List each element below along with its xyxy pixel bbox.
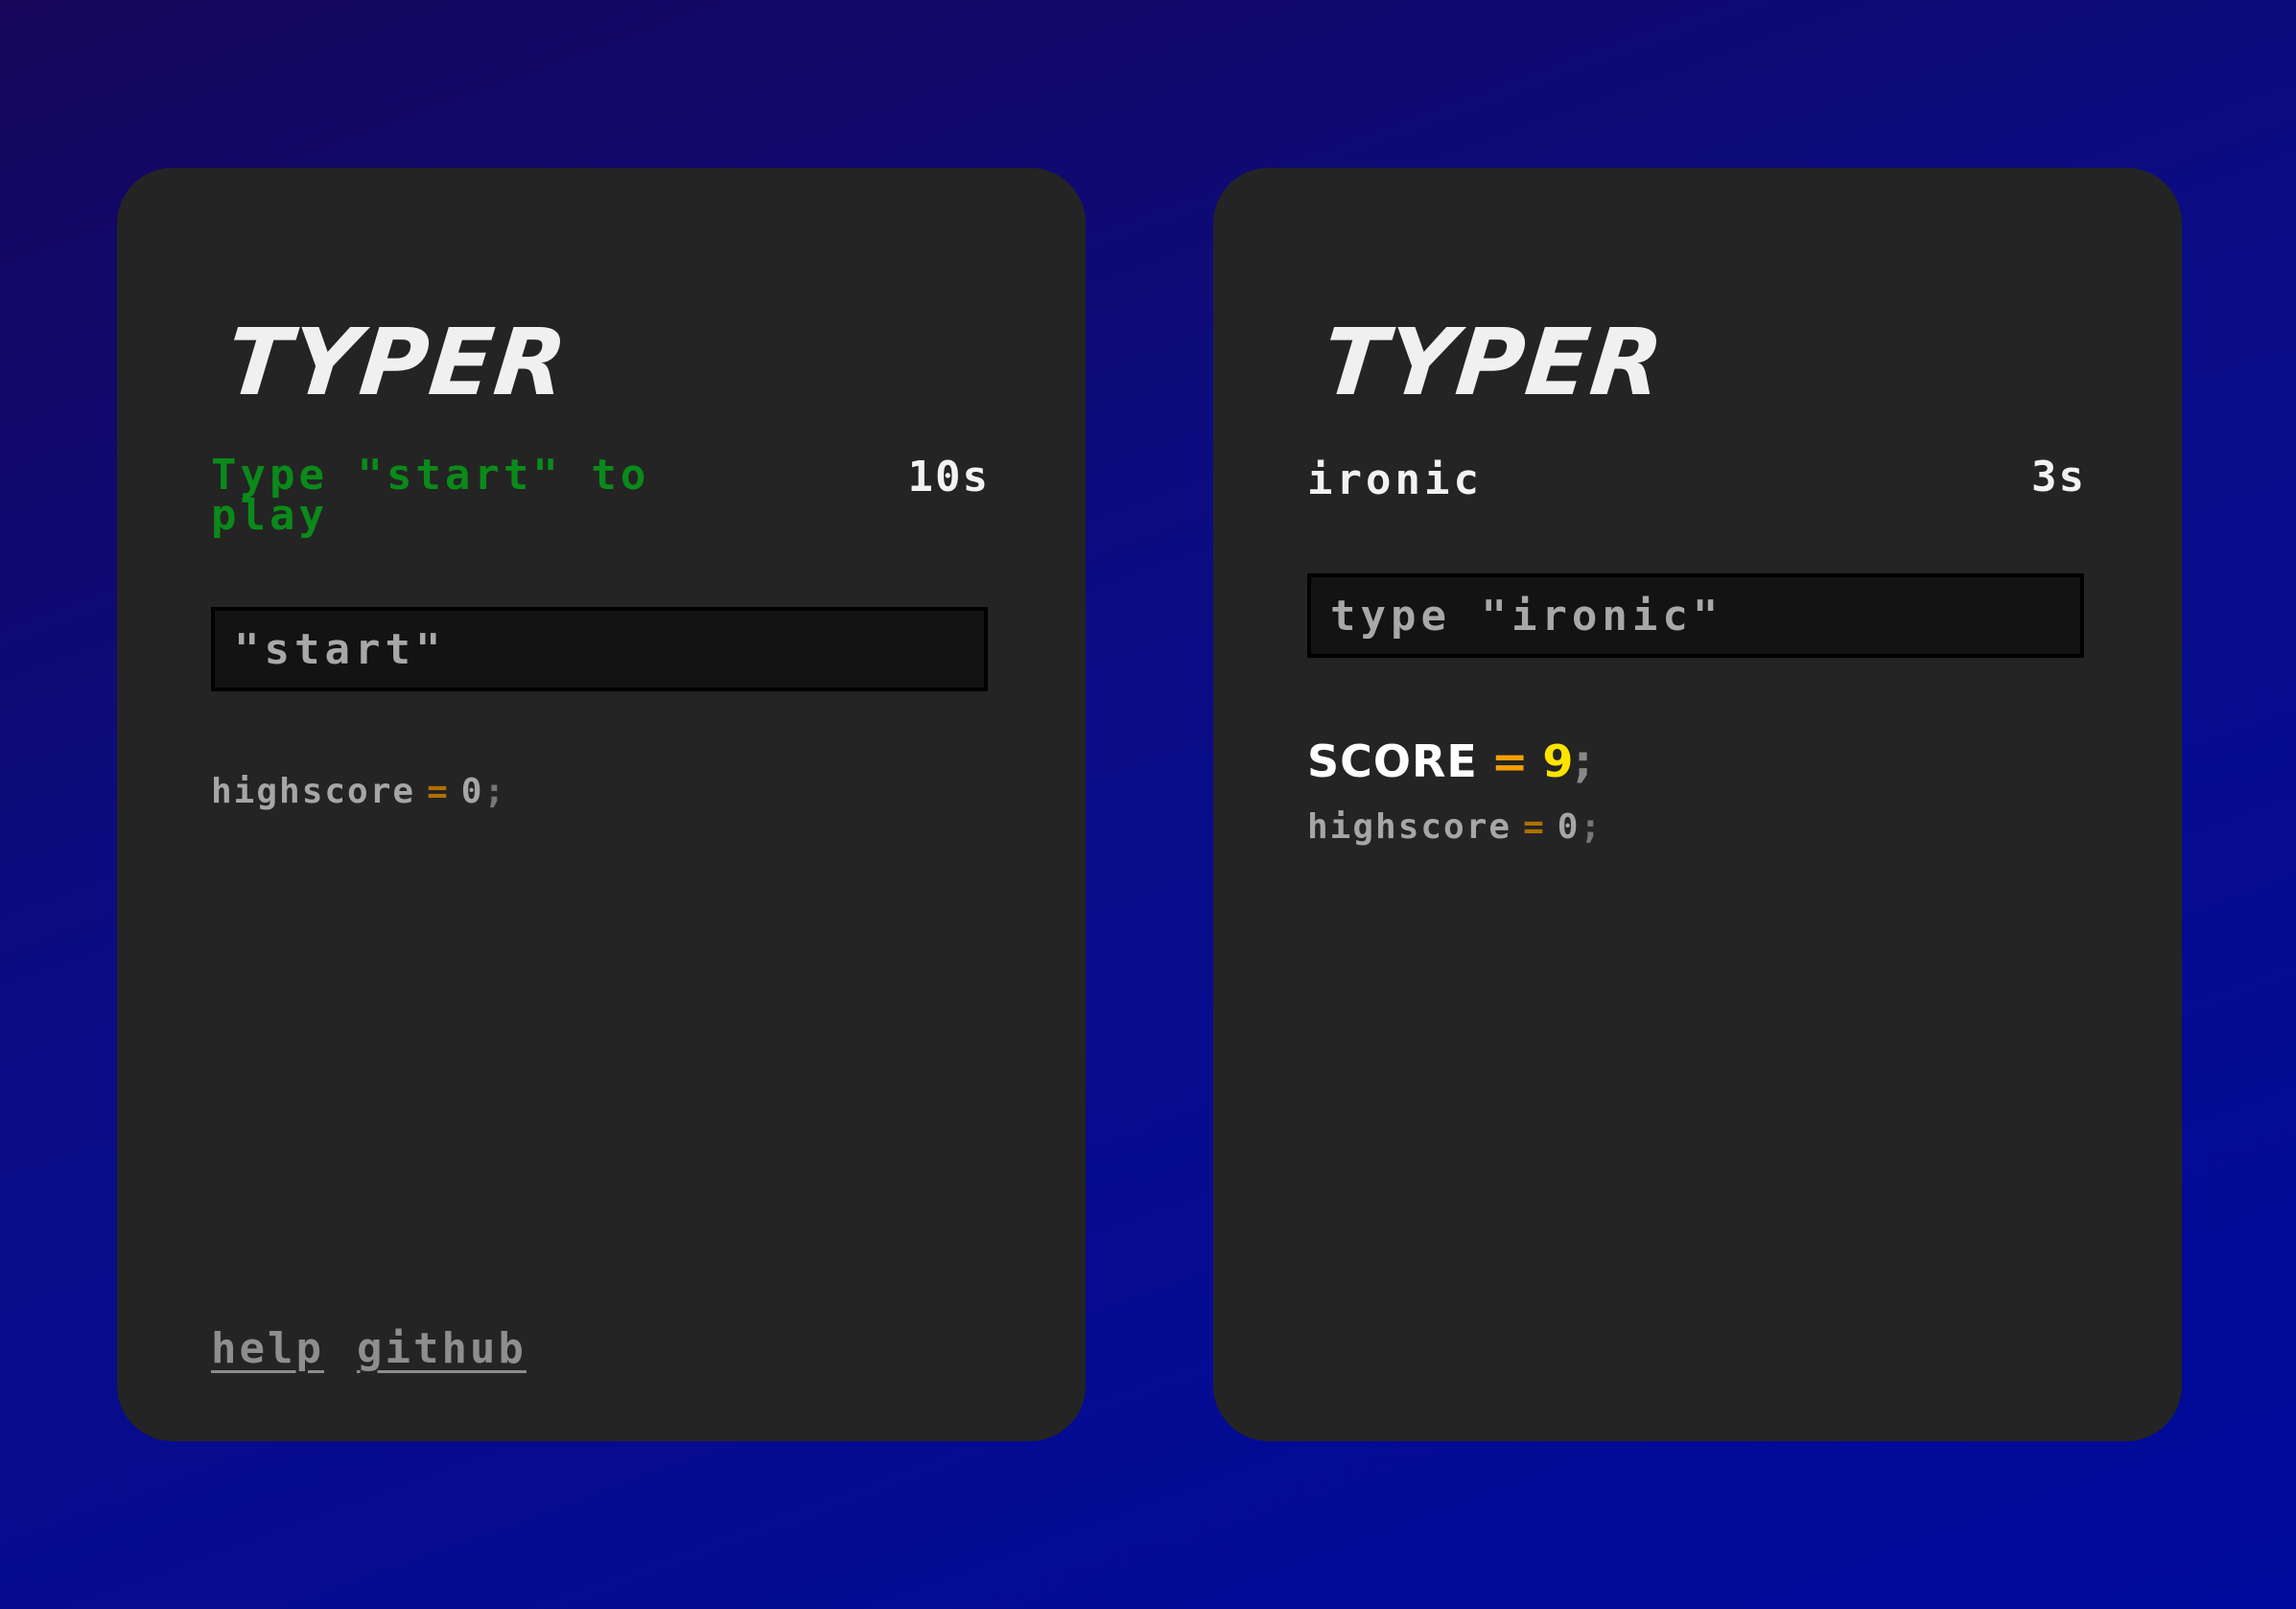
score-value: 9 (1542, 735, 1575, 787)
score-label: SCORE (1307, 735, 1478, 787)
highscore-line: highscore = 0; (211, 772, 506, 811)
typing-input[interactable]: "start" (211, 607, 988, 691)
highscore-value: 0 (1557, 807, 1581, 847)
typing-input-value: "start" (234, 624, 446, 674)
highscore-terminator: ; (1580, 807, 1604, 847)
highscore-equals: = (1523, 807, 1546, 847)
current-word: ironic (1307, 455, 1483, 504)
app-title: TYPER (222, 309, 574, 416)
timer: 10s (907, 453, 990, 501)
highscore-terminator: ; (483, 772, 507, 811)
footer-links: help github (211, 1324, 527, 1373)
score-line: SCORE = 9; (1307, 735, 1593, 787)
start-prompt: Type "start" to play (211, 451, 650, 540)
highscore-label: highscore (1307, 807, 1512, 847)
typing-input-placeholder: type "ironic" (1330, 591, 1723, 641)
highscore-label: highscore (211, 772, 416, 811)
app-title: TYPER (1318, 309, 1670, 416)
score-terminator: ; (1574, 735, 1593, 787)
github-link[interactable]: github (357, 1324, 527, 1373)
typing-input[interactable]: type "ironic" (1307, 573, 2084, 658)
start-screen-card: TYPER Type "start" to play 10s "start" h… (117, 168, 1086, 1441)
highscore-equals: = (427, 772, 450, 811)
highscore-line: highscore = 0; (1307, 807, 1603, 847)
game-screen-card: TYPER ironic 3s type "ironic" SCORE = 9; h… (1213, 168, 2182, 1441)
help-link[interactable]: help (211, 1324, 324, 1373)
timer: 3s (2031, 453, 2086, 501)
highscore-value: 0 (460, 772, 484, 811)
score-equals: = (1490, 735, 1530, 787)
